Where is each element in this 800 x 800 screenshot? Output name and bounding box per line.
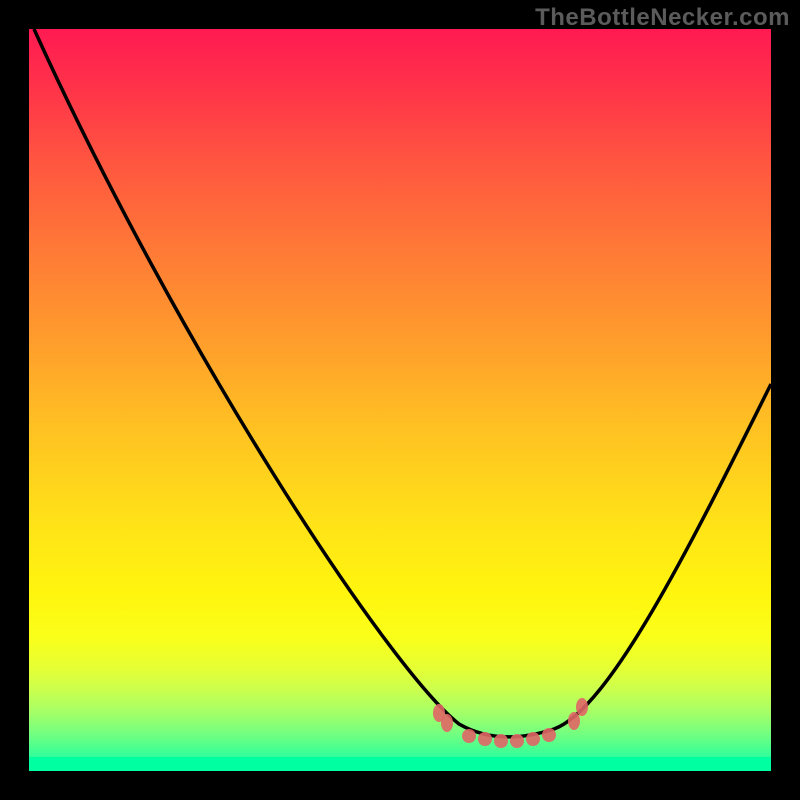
- watermark-text: TheBottleNecker.com: [535, 4, 790, 32]
- bottleneck-curve: [34, 29, 771, 737]
- curve-overlay: [29, 29, 771, 771]
- chart-frame: TheBottleNecker.com: [0, 0, 800, 800]
